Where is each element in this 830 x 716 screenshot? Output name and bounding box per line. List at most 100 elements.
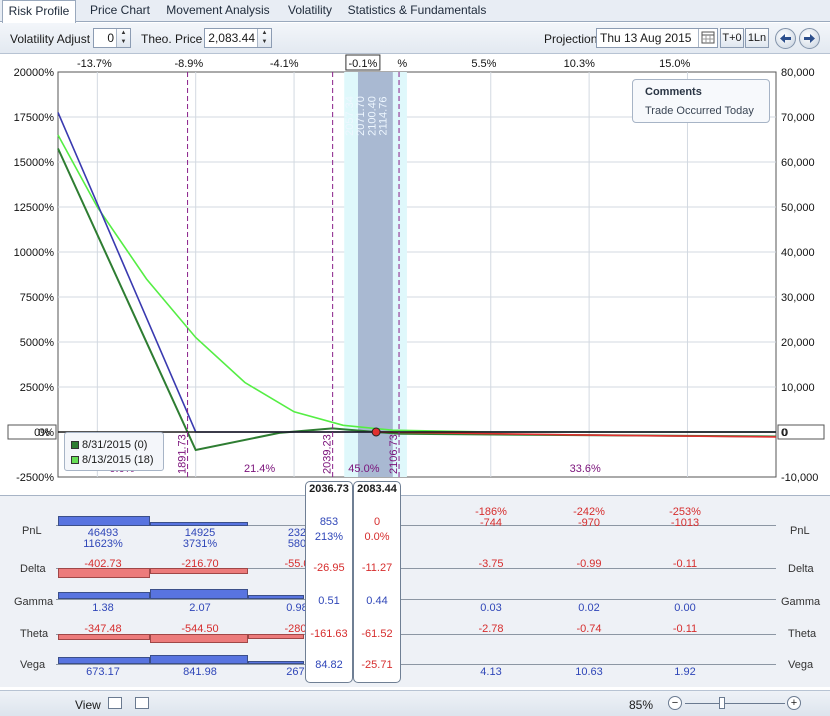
vega-bar: [150, 655, 248, 664]
legend-swatch: [71, 441, 79, 449]
arrow-left-icon: [780, 34, 791, 43]
row-label-gamma-right: Gamma: [781, 596, 821, 608]
row-label-delta-right: Delta: [788, 563, 814, 575]
focus2-vega: -25.71: [361, 659, 393, 671]
one-ln-button[interactable]: 1Ln: [745, 28, 769, 48]
forward-arrow-button[interactable]: [799, 28, 820, 49]
pnl-bar: [150, 522, 248, 526]
toolbar: Volatility Adjust 0 ▲ ▼ Theo. Price 2,083…: [0, 23, 830, 54]
legend-item[interactable]: 8/13/2015 (18): [71, 454, 154, 466]
calendar-icon[interactable]: [698, 29, 717, 47]
vega-baseline: [56, 664, 776, 665]
zoom-slider-track[interactable]: [685, 703, 785, 704]
focus-column-2[interactable]: [353, 481, 401, 683]
grid-view-icon[interactable]: [108, 697, 122, 709]
gamma-bar: [58, 592, 150, 599]
focus2-theta: -61.52: [361, 628, 393, 640]
y-right-tick-label: -10,000: [781, 472, 818, 484]
zoom-slider-thumb[interactable]: [719, 697, 725, 709]
band-label: 2071.70: [355, 96, 367, 136]
vega-value: 10.63: [575, 666, 603, 678]
focus2-delta: -11.27: [361, 562, 393, 574]
gamma-bar: [150, 589, 248, 599]
focus1-gamma: 0.51: [318, 595, 340, 607]
theo-price-label: Theo. Price: [141, 32, 203, 46]
top-axis-label: %: [397, 58, 407, 70]
theo-price-stepper[interactable]: 2,083.44 ▲ ▼: [204, 28, 272, 48]
zoom-level: 85%: [629, 698, 654, 712]
gamma-value: 0.02: [578, 602, 600, 614]
chart-legend: 8/31/2015 (0) 8/13/2015 (18): [64, 432, 164, 471]
y-left-tick-label: 15000%: [14, 157, 55, 169]
vega-value: 841.98: [183, 666, 217, 678]
comments-text: Trade Occurred Today: [645, 105, 754, 117]
t0-button[interactable]: T+0: [720, 28, 744, 48]
y-left-tick-label: 2500%: [20, 382, 54, 394]
tab-risk-profile[interactable]: Risk Profile: [2, 0, 76, 23]
legend-label: 8/13/2015 (18): [82, 454, 154, 466]
arrow-right-icon: [804, 34, 815, 43]
vega-value: 673.17: [86, 666, 120, 678]
vega-value: 4.13: [480, 666, 502, 678]
gamma-bar: [248, 595, 304, 599]
breakeven-label: 2106.73: [388, 434, 400, 474]
zoom-out-button[interactable]: −: [668, 696, 682, 710]
focus2-pnl-pct: 0.0%: [364, 531, 390, 543]
probability-label: 33.6%: [570, 463, 601, 475]
chart-view-icon[interactable]: [135, 697, 149, 709]
legend-item[interactable]: 8/31/2015 (0): [71, 439, 147, 451]
focus1-delta: -26.95: [313, 562, 345, 574]
back-arrow-button[interactable]: [775, 28, 796, 49]
tab-price-chart[interactable]: Price Chart: [82, 0, 158, 22]
tab-movement-analysis[interactable]: Movement Analysis: [164, 0, 272, 22]
y-right-tick-label: 30,000: [781, 292, 815, 304]
theta-value: -0.74: [576, 623, 602, 635]
zoom-in-button[interactable]: +: [787, 696, 801, 710]
gamma-value: 0.03: [480, 602, 502, 614]
row-label-theta: Theta: [20, 628, 49, 640]
row-label-pnl-right: PnL: [790, 525, 810, 537]
comments-box: Comments Trade Occurred Today: [632, 79, 770, 123]
spin-arrows-icon[interactable]: ▲ ▼: [257, 29, 271, 47]
projection-label: Projection: [544, 32, 598, 46]
focus2-gamma: 0.44: [366, 595, 388, 607]
gamma-value: 0.00: [674, 602, 696, 614]
breakeven-label: 1891.73: [177, 434, 189, 474]
band-label: 2114.76: [378, 97, 390, 136]
y-left-tick-label: 20000%: [14, 67, 55, 79]
y-left-tick-label: -2500%: [16, 472, 54, 484]
y-right-tick-label: 10,000: [781, 382, 815, 394]
probability-label: 21.4%: [244, 463, 275, 475]
tab-statistics-fundamentals[interactable]: Statistics & Fundamentals: [346, 0, 488, 22]
comments-title: Comments: [645, 86, 702, 98]
legend-swatch: [71, 456, 79, 464]
y-right-tick-label: 20,000: [781, 337, 815, 349]
theta-value: -2.78: [478, 623, 504, 635]
focus-column-2-header: 2083.44: [357, 483, 397, 495]
gamma-value: 2.07: [189, 602, 211, 614]
y-left-tick-label: 17500%: [14, 112, 55, 124]
vega-value: 1.92: [674, 666, 696, 678]
y-left-tick-label: 12500%: [14, 202, 55, 214]
chart-grid: [57, 71, 777, 478]
tab-volatility[interactable]: Volatility: [280, 0, 340, 22]
breakeven-label: 2039.23: [322, 434, 334, 474]
pnl-value: -1013: [670, 517, 700, 529]
volatility-adjust-stepper[interactable]: 0 ▲ ▼: [93, 28, 131, 48]
row-label-pnl: PnL: [22, 525, 42, 537]
y-left-tick-label: 5000%: [20, 337, 54, 349]
theta-bar: [150, 634, 248, 643]
gamma-value: 1.38: [92, 602, 114, 614]
theo-price-value: 2,083.44: [208, 31, 255, 45]
greeks-panel: PnL Delta Gamma Theta Vega PnL Delta Gam…: [0, 495, 830, 687]
top-axis-label: 5.5%: [471, 58, 496, 70]
spin-arrows-icon[interactable]: ▲ ▼: [116, 29, 130, 47]
y-right-tick-label: 50,000: [781, 202, 815, 214]
delta-value: -216.70: [181, 558, 219, 570]
focus-column-1[interactable]: [305, 481, 353, 683]
top-axis-label: -4.1%: [270, 58, 299, 70]
row-label-theta-right: Theta: [788, 628, 817, 640]
pnl-value: -970: [577, 517, 601, 529]
current-price-dot: [371, 427, 381, 437]
theta-value: -347.48: [84, 623, 122, 635]
